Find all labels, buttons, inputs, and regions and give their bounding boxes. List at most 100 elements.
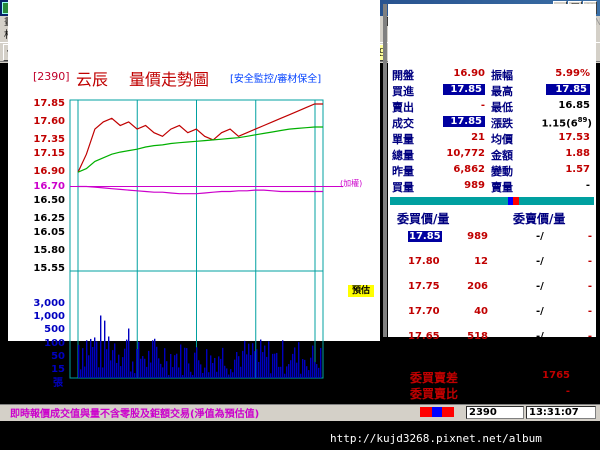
volume-bar [182,375,184,378]
volume-bar [140,358,142,378]
volume-bar [206,349,208,378]
stock-code-field[interactable]: 2390 [466,406,524,419]
volume-bar [110,360,112,378]
volume-bar [292,353,294,378]
volume-bar [98,367,100,378]
volume-bar [104,320,106,378]
time-tick-label: 9:00 [65,385,90,396]
volume-bar [310,357,312,378]
volume-bar [200,364,202,378]
volume-bar [302,359,304,378]
price-tick-label: 17.15 [33,148,65,160]
volume-bar [290,360,292,378]
volume-bar [138,341,140,378]
ratio-label: 委買賣比 [410,387,459,401]
bid-price[interactable]: 17.80 [408,256,440,267]
volume-bar [258,361,260,378]
index-line [78,185,323,195]
volume-bar [180,344,182,378]
volume-bar [142,356,144,378]
volume-bar [188,363,190,378]
volume-bar [234,359,236,378]
volume-bar [238,356,240,378]
volume-bar [128,328,130,378]
price-line [77,103,323,173]
panel-divider[interactable] [383,4,387,337]
volume-bar [286,366,288,378]
bid-price[interactable]: 17.70 [408,306,440,317]
estimate-label[interactable]: 預估 [348,285,374,297]
volume-tick-label: 50 [51,350,65,362]
volume-bar [266,356,268,378]
total-label: 總量 [392,149,414,162]
price-tick-label: 15.80 [33,245,65,257]
volume-bar [82,348,84,378]
buyvol-label: 買量 [392,181,414,194]
chg-value: 1.15(689) [541,116,592,130]
volume-bar [78,344,80,378]
open-value: 16.90 [453,68,485,79]
ask-volume: - [587,256,592,267]
volume-bar [146,366,148,378]
volume-bar [280,366,282,378]
volume-bar [212,362,214,378]
volume-bar [216,371,218,378]
volume-bar [174,355,176,378]
volume-bar [198,360,200,378]
volume-bar [294,347,296,378]
volume-bar [222,347,224,378]
buyvol-value: 989 [464,180,485,191]
bid-value: 17.85 [443,84,485,95]
volume-bar [282,340,284,378]
time-tick-label: 10:00 [124,385,157,396]
volume-bar [184,347,186,378]
volume-bar [102,367,104,378]
volume-bar [94,337,96,378]
volume-bar [136,349,138,378]
volume-bar [134,373,136,378]
volume-bar [240,366,242,378]
volume-bar [164,348,166,378]
status-message: 即時報價成交值與量不含零股及鉅額交易(淨值為預估值) [10,409,260,420]
deal-value: 17.85 [443,116,485,127]
volume-bar [274,353,276,378]
volume-bar [150,362,152,378]
bid-price[interactable]: 17.65 [408,331,440,342]
ask-volume: - [587,331,592,342]
volume-bar [90,338,92,378]
ask-price[interactable]: -/ [536,256,544,267]
volume-bar [92,347,94,378]
volume-bar [284,373,286,378]
volume-bar [176,353,178,378]
volume-bar [132,361,134,378]
volume-bar [298,342,300,378]
volume-bar [208,372,210,378]
avg-label: 均價 [491,133,513,146]
bid-price[interactable]: 17.85 [408,231,442,242]
vchg-label: 變動 [491,165,513,178]
low-value: 16.85 [558,100,590,111]
ask-price[interactable]: -/ [536,306,544,317]
vchg-value: 1.57 [565,164,590,175]
volume-bar [260,339,262,378]
volume-bar [210,355,212,378]
volume-bar [144,358,146,378]
volume-bar [86,340,88,378]
volume-bar [296,362,298,378]
ask-volume: - [587,281,592,292]
volume-bar [224,365,226,378]
bid-label: 買進 [392,85,414,98]
volume-bar [318,367,320,378]
bid-price[interactable]: 17.75 [408,281,440,292]
volume-bar [308,370,310,378]
price-tick-label: 16.70 [33,180,65,192]
volume-bar [192,374,194,378]
ask-price[interactable]: -/ [536,281,544,292]
volume-bar [270,373,272,378]
volume-bar [220,358,222,378]
ask-price[interactable]: -/ [536,231,544,242]
volume-tick-label: 500 [44,324,65,336]
volume-bar [168,374,170,378]
ask-price[interactable]: -/ [536,331,544,342]
amount-value: 1.88 [565,148,590,159]
